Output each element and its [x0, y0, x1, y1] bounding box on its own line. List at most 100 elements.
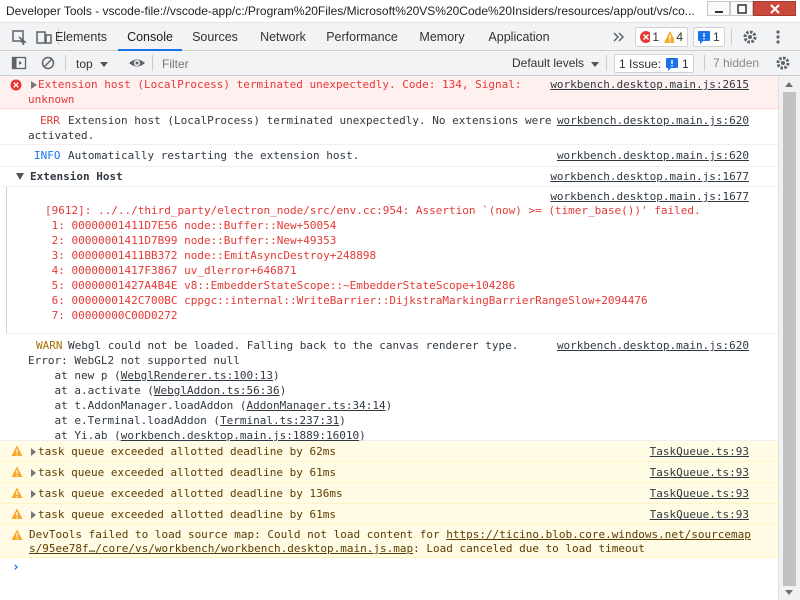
- log-levels-label: Default levels: [512, 56, 585, 70]
- issues-button[interactable]: 1 Issue: 1: [614, 54, 694, 73]
- tab-application[interactable]: Application: [482, 23, 556, 51]
- source-link[interactable]: workbench.desktop.main.js:620: [557, 149, 749, 163]
- console-message-warning[interactable]: task queue exceeded allotted deadline by…: [0, 462, 778, 483]
- console-message-log[interactable]: ERR Extension host (LocalProcess) termin…: [0, 109, 778, 145]
- trace-line: 3: 00000001411BB372 node::EmitAsyncDestr…: [45, 249, 377, 262]
- live-expression-button[interactable]: [128, 54, 146, 72]
- message-text: activated.: [28, 129, 95, 142]
- tab-performance[interactable]: Performance: [322, 23, 402, 51]
- clear-console-button[interactable]: [39, 54, 57, 72]
- message-text: Webgl could not be loaded. Falling back …: [68, 339, 519, 352]
- stack-frame: at a.activate (WebglAddon.ts:56:36): [28, 384, 286, 398]
- tab-console[interactable]: Console: [118, 23, 182, 51]
- console-group-header[interactable]: Extension Host workbench.desktop.main.js…: [0, 167, 778, 187]
- stack-frame-link[interactable]: Terminal.ts:237:31: [220, 414, 339, 427]
- source-link[interactable]: workbench.desktop.main.js:2615: [550, 78, 749, 92]
- close-icon: [769, 3, 780, 14]
- stack-frame-link[interactable]: WebglRenderer.ts:100:13: [121, 369, 273, 382]
- source-link[interactable]: workbench.desktop.main.js:1677: [550, 170, 749, 184]
- stack-frame-link[interactable]: AddonManager.ts:34:14: [247, 399, 386, 412]
- tab-memory[interactable]: Memory: [412, 23, 472, 51]
- dropdown-arrow-icon: [99, 61, 108, 67]
- expand-triangle-icon[interactable]: [30, 448, 37, 456]
- console-message-warning[interactable]: DevTools failed to load source map: Coul…: [0, 525, 778, 558]
- scroll-up-button[interactable]: [784, 79, 794, 89]
- console-message-warning[interactable]: task queue exceeded allotted deadline by…: [0, 441, 778, 462]
- message-text: task queue exceeded allotted deadline by…: [38, 466, 337, 479]
- stack-frame-link[interactable]: WebglAddon.ts:56:36: [154, 384, 280, 397]
- warning-icon: [11, 445, 23, 456]
- warning-icon: [664, 31, 675, 43]
- error-text: Error: WebGL2 not supported null: [28, 354, 240, 367]
- console-message-log[interactable]: WARN Webgl could not be loaded. Falling …: [0, 334, 778, 442]
- scroll-down-icon: [785, 590, 793, 595]
- expand-triangle-icon[interactable]: [30, 511, 37, 519]
- log-level-tag: WARN: [36, 339, 63, 352]
- expand-triangle-icon[interactable]: [30, 81, 38, 89]
- context-selector[interactable]: top: [72, 51, 128, 76]
- source-link[interactable]: TaskQueue.ts:93: [650, 508, 749, 522]
- warning-count: 4: [676, 30, 683, 44]
- maximize-button[interactable]: [730, 1, 753, 16]
- tab-network[interactable]: Network: [252, 23, 314, 51]
- stack-frame: at e.Terminal.loadAddon (Terminal.ts:237…: [28, 414, 345, 428]
- trace-line: [9612]: ../../third_party/electron_node/…: [45, 204, 701, 217]
- settings-button[interactable]: [741, 28, 759, 46]
- prompt-chevron-icon: ›: [12, 560, 20, 575]
- stack-frame-prefix: at e.Terminal.loadAddon (: [28, 414, 221, 427]
- expand-triangle-icon[interactable]: [30, 469, 37, 477]
- minimize-button[interactable]: [707, 1, 730, 16]
- log-level-tag: ERR: [40, 114, 60, 127]
- source-link[interactable]: TaskQueue.ts:93: [650, 466, 749, 480]
- console-group-content[interactable]: workbench.desktop.main.js:1677 [9612]: .…: [6, 187, 778, 334]
- trace-line: 7: 00000000C00D0272: [45, 309, 178, 322]
- sourcemap-link[interactable]: https://ticino.blob.core.windows.net/sou…: [446, 528, 751, 541]
- console-message-log[interactable]: INFO Automatically restarting the extens…: [0, 145, 778, 167]
- more-tabs-button[interactable]: [610, 28, 628, 46]
- console-scrollbar[interactable]: [778, 76, 800, 600]
- window-title: Developer Tools - vscode-file://vscode-a…: [6, 4, 695, 18]
- customize-menu-button[interactable]: [769, 28, 787, 46]
- tab-sources[interactable]: Sources: [185, 23, 245, 51]
- sourcemap-link[interactable]: s/95ee78f…/core/vs/workbench/workbench.d…: [29, 542, 413, 555]
- source-link[interactable]: workbench.desktop.main.js:1677: [550, 190, 749, 204]
- console-prompt[interactable]: ›: [0, 558, 778, 578]
- scroll-down-button[interactable]: [784, 588, 794, 598]
- source-link[interactable]: TaskQueue.ts:93: [650, 487, 749, 501]
- message-text-prefix: DevTools failed to load source map: Coul…: [29, 528, 447, 541]
- issues-counter[interactable]: 1: [693, 27, 725, 47]
- close-window-button[interactable]: [753, 1, 796, 16]
- console-message-error[interactable]: Extension host (LocalProcess) terminated…: [0, 76, 778, 109]
- source-link[interactable]: workbench.desktop.main.js:620: [557, 114, 749, 128]
- stack-frame-prefix: at t.AddonManager.loadAddon (: [28, 399, 247, 412]
- error-warning-counter[interactable]: 1 4: [635, 27, 688, 47]
- trace-line: 1: 00000001411D7E56 node::Buffer::New+50…: [45, 219, 337, 232]
- scroll-up-icon: [785, 82, 793, 87]
- error-icon: [640, 31, 651, 43]
- warning-icon: [11, 487, 23, 498]
- source-link[interactable]: workbench.desktop.main.js:620: [557, 339, 749, 353]
- tab-elements[interactable]: Elements: [47, 23, 115, 51]
- stack-frame-suffix: ): [279, 384, 287, 397]
- collapse-triangle-icon[interactable]: [16, 172, 25, 181]
- stack-frame: at t.AddonManager.loadAddon (AddonManage…: [28, 399, 392, 413]
- expand-triangle-icon[interactable]: [30, 490, 37, 498]
- stack-frame-suffix: ): [273, 369, 280, 382]
- inspect-element-button[interactable]: [10, 28, 28, 46]
- console-messages[interactable]: Extension host (LocalProcess) terminated…: [0, 76, 778, 600]
- scrollbar-thumb[interactable]: [783, 92, 796, 586]
- console-settings-button[interactable]: [774, 54, 792, 72]
- console-message-warning[interactable]: task queue exceeded allotted deadline by…: [0, 483, 778, 504]
- warning-icon: [11, 508, 23, 519]
- eye-icon: [129, 59, 145, 67]
- stack-frame-suffix: ): [385, 399, 393, 412]
- message-text: task queue exceeded allotted deadline by…: [38, 487, 343, 500]
- message-text: unknown: [28, 93, 75, 106]
- console-message-warning[interactable]: task queue exceeded allotted deadline by…: [0, 504, 778, 525]
- title-bar: Developer Tools - vscode-file://vscode-a…: [0, 0, 800, 23]
- source-link[interactable]: TaskQueue.ts:93: [650, 445, 749, 459]
- message-text: Extension host (LocalProcess) terminated…: [38, 78, 522, 91]
- show-sidebar-button[interactable]: [10, 54, 28, 72]
- filter-input[interactable]: [157, 54, 500, 73]
- log-levels-dropdown[interactable]: Default levels: [512, 51, 600, 76]
